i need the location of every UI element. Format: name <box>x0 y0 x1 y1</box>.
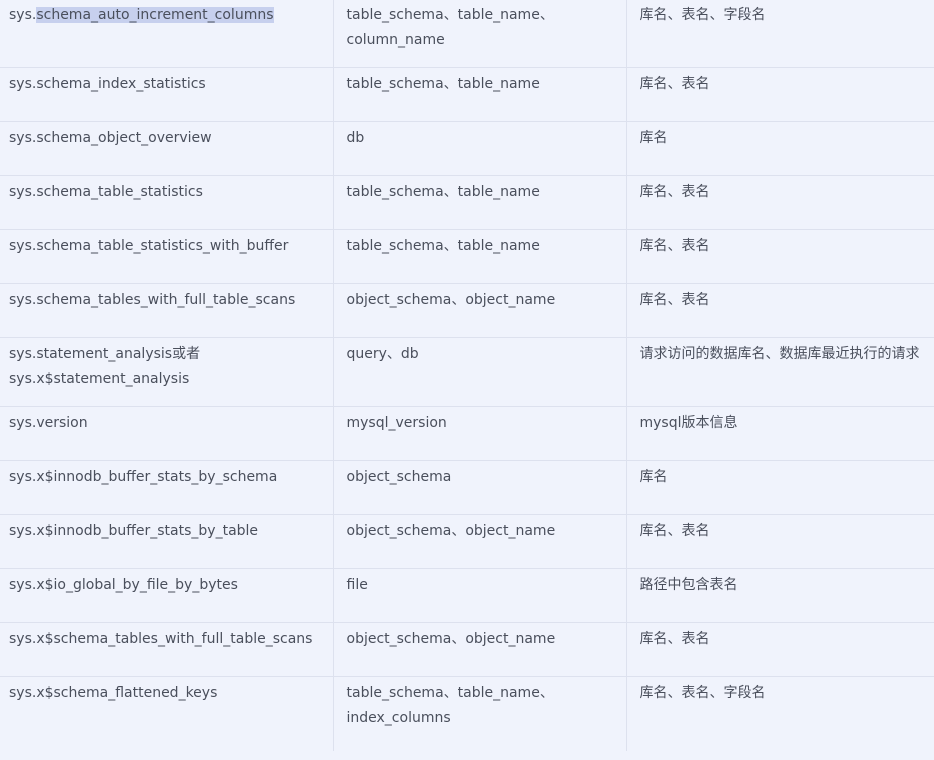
view-name-cell: sys.x$schema_tables_with_full_table_scan… <box>0 622 334 677</box>
columns-cell: object_schema、object_name <box>333 283 627 338</box>
columns-text: object_schema、object_name <box>346 523 556 539</box>
columns-cell: object_schema、object_name <box>333 514 627 569</box>
view-name-text: sys.x$schema_tables_with_full_table_scan… <box>9 631 313 647</box>
description-cell: mysql版本信息 <box>626 406 934 461</box>
columns-cell: mysql_version <box>333 406 627 461</box>
description-text: 请求访问的数据库名、数据库最近执行的请求 <box>639 346 920 362</box>
columns-text: table_schema、table_name、 <box>346 7 554 23</box>
table-row: sys.x$schema_flattened_keys table_schema… <box>0 676 934 752</box>
columns-cell: table_schema、table_name、 column_name <box>333 0 627 68</box>
description-cell: 库名、表名、字段名 <box>626 677 934 752</box>
view-name-text: sys.schema_index_statistics <box>9 76 206 92</box>
columns-text: table_schema、table_name <box>346 238 540 254</box>
columns-cell: table_schema、table_name <box>333 67 627 122</box>
columns-cell: table_schema、table_name、 index_columns <box>333 676 627 751</box>
view-name-cell: sys.version <box>0 406 334 461</box>
columns-text: object_schema、object_name <box>346 631 556 647</box>
view-name-text: sys.x$innodb_buffer_stats_by_table <box>9 523 259 539</box>
description-text: 库名、表名 <box>639 238 710 254</box>
table-row: sys.schema_auto_increment_columns table_… <box>0 0 934 68</box>
table-row: sys.x$innodb_buffer_stats_by_schema obje… <box>0 460 934 515</box>
columns-cell: table_schema、table_name <box>333 175 627 230</box>
view-name-cell: sys.schema_object_overview <box>0 121 334 176</box>
view-name-cell: sys.schema_index_statistics <box>0 67 334 122</box>
view-name-text: sys.x$io_global_by_file_by_bytes <box>9 577 238 593</box>
table-row: sys.statement_analysis或者 sys.x$statement… <box>0 337 934 407</box>
description-text: 路径中包含表名 <box>639 577 738 593</box>
table-row: sys.x$io_global_by_file_by_bytes file 路径… <box>0 568 934 623</box>
table-row: sys.x$innodb_buffer_stats_by_table objec… <box>0 514 934 569</box>
view-name-text-line2: sys.x$statement_analysis <box>9 371 190 387</box>
columns-text: object_schema <box>346 469 452 485</box>
view-name-cell: sys.x$schema_flattened_keys <box>0 676 334 751</box>
description-cell: 库名、表名 <box>626 67 934 122</box>
columns-text: table_schema、table_name <box>346 76 540 92</box>
columns-text: table_schema、table_name、 <box>346 685 554 701</box>
columns-text: file <box>346 577 368 593</box>
view-name-cell: sys.x$innodb_buffer_stats_by_schema <box>0 460 334 515</box>
view-name-cell: sys.schema_tables_with_full_table_scans <box>0 283 334 338</box>
description-text: 库名、表名 <box>639 292 710 308</box>
description-text: 库名 <box>639 130 668 146</box>
selected-text[interactable]: schema_auto_increment_columns <box>36 7 274 23</box>
view-name-text: sys.schema_object_overview <box>9 130 212 146</box>
view-name-text: sys.schema_table_statistics <box>9 184 203 200</box>
description-text: 库名、表名 <box>639 631 710 647</box>
columns-text: db <box>346 130 365 146</box>
columns-cell: file <box>333 568 627 623</box>
description-text: 库名、表名 <box>639 184 710 200</box>
columns-text: query、db <box>346 346 419 362</box>
table-row: sys.version mysql_version mysql版本信息 <box>0 406 934 461</box>
description-cell: 请求访问的数据库名、数据库最近执行的请求 <box>626 337 934 407</box>
description-cell: 库名、表名 <box>626 175 934 230</box>
columns-cell: object_schema、object_name <box>333 622 627 677</box>
view-name-text: sys.x$innodb_buffer_stats_by_schema <box>9 469 278 485</box>
columns-text: table_schema、table_name <box>346 184 540 200</box>
description-cell: 库名、表名 <box>626 283 934 338</box>
table-row: sys.schema_table_statistics_with_buffer … <box>0 229 934 284</box>
view-name-cell: sys.statement_analysis或者 sys.x$statement… <box>0 337 334 407</box>
view-name-text: sys.schema_table_statistics_with_buffer <box>9 238 289 254</box>
view-name-cell: sys.x$innodb_buffer_stats_by_table <box>0 514 334 569</box>
view-name-text: sys.x$schema_flattened_keys <box>9 685 218 701</box>
columns-cell: table_schema、table_name <box>333 229 627 284</box>
view-name-cell: sys.schema_table_statistics_with_buffer <box>0 229 334 284</box>
description-cell: 库名 <box>626 460 934 515</box>
description-cell: 库名、表名 <box>626 622 934 677</box>
description-text: 库名、表名 <box>639 523 710 539</box>
description-cell: 库名 <box>626 121 934 176</box>
columns-text-line2: column_name <box>346 32 445 48</box>
description-cell: 路径中包含表名 <box>626 568 934 623</box>
view-name-prefix: sys. <box>9 7 37 23</box>
table-row: sys.schema_tables_with_full_table_scans … <box>0 283 934 338</box>
description-text: 库名、表名、字段名 <box>639 685 766 701</box>
columns-cell: object_schema <box>333 460 627 515</box>
table-row: sys.x$schema_tables_with_full_table_scan… <box>0 622 934 677</box>
description-text: 库名 <box>639 469 668 485</box>
description-cell: 库名、表名、字段名 <box>626 0 934 68</box>
view-name-cell: sys.schema_table_statistics <box>0 175 334 230</box>
columns-cell: query、db <box>333 337 627 407</box>
description-cell: 库名、表名 <box>626 229 934 284</box>
view-name-cell: sys.x$io_global_by_file_by_bytes <box>0 568 334 623</box>
table-row: sys.schema_index_statistics table_schema… <box>0 67 934 122</box>
table-row: sys.schema_table_statistics table_schema… <box>0 175 934 230</box>
columns-text: mysql_version <box>346 415 447 431</box>
view-name-cell: sys.schema_auto_increment_columns <box>0 0 334 68</box>
columns-cell: db <box>333 121 627 176</box>
view-name-text: sys.schema_tables_with_full_table_scans <box>9 292 296 308</box>
sys-views-table: sys.schema_auto_increment_columns table_… <box>0 0 934 751</box>
columns-text: object_schema、object_name <box>346 292 556 308</box>
view-name-text: sys.statement_analysis或者 <box>9 346 201 362</box>
description-text: 库名、表名、字段名 <box>639 7 766 23</box>
description-text: mysql版本信息 <box>639 415 738 431</box>
description-text: 库名、表名 <box>639 76 710 92</box>
columns-text-line2: index_columns <box>346 710 451 726</box>
description-cell: 库名、表名 <box>626 514 934 569</box>
view-name-text: sys.version <box>9 415 88 431</box>
table-row: sys.schema_object_overview db 库名 <box>0 121 934 176</box>
